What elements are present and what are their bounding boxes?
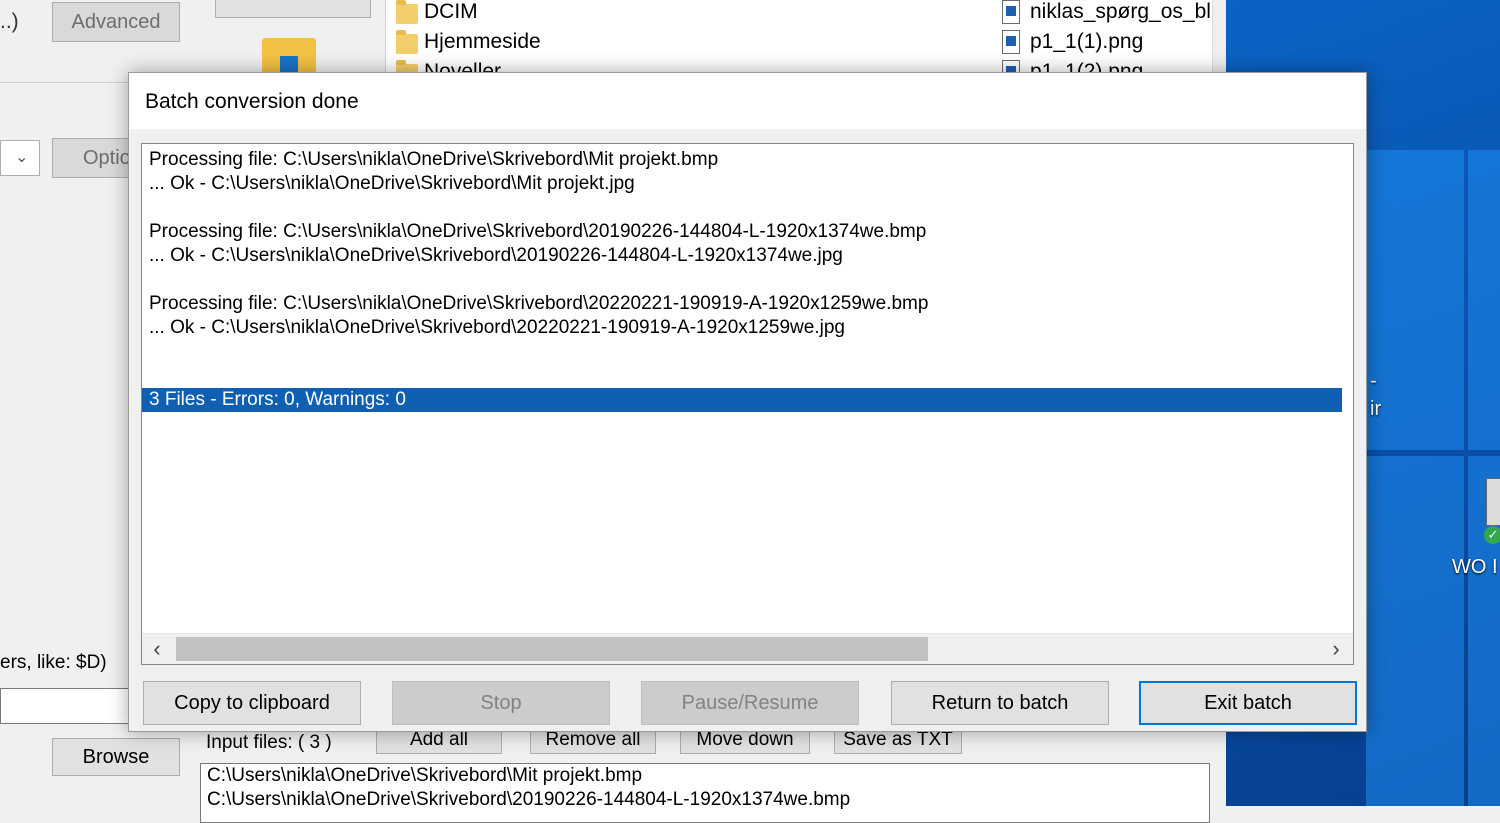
image-file-icon	[1002, 0, 1020, 24]
log-line[interactable]	[142, 340, 1342, 364]
pause-resume-button: Pause/Resume	[641, 681, 859, 725]
folder-icon	[396, 30, 418, 54]
list-item[interactable]: C:\Users\nikla\OneDrive\Skrivebord\20190…	[201, 788, 1209, 812]
advanced-button[interactable]: Advanced	[52, 2, 180, 42]
folder-icon	[396, 0, 418, 24]
desktop-app-icon[interactable]	[1486, 478, 1500, 526]
folder-item[interactable]: DCIM	[424, 0, 478, 24]
log-line[interactable]: Processing file: C:\Users\nikla\OneDrive…	[142, 220, 1342, 244]
partial-label-top: ..)	[0, 10, 19, 33]
folder-item[interactable]: Hjemmeside	[424, 30, 541, 54]
file-item[interactable]: niklas_spørg_os_blu	[1030, 0, 1214, 24]
toolbar-button[interactable]	[215, 0, 371, 18]
file-item[interactable]: p1_1(1).png	[1030, 30, 1143, 54]
copy-to-clipboard-button[interactable]: Copy to clipboard	[143, 681, 361, 725]
sync-check-icon: ✓	[1484, 526, 1500, 544]
desktop-icon-label: -	[1370, 370, 1377, 392]
browse-button[interactable]: Browse	[52, 738, 180, 776]
horizontal-scrollbar[interactable]: ‹ ›	[142, 633, 1353, 664]
log-lines-container: Processing file: C:\Users\nikla\OneDrive…	[142, 148, 1342, 412]
desktop-icon-label: ir	[1370, 398, 1382, 420]
input-files-list[interactable]: C:\Users\nikla\OneDrive\Skrivebord\Mit p…	[200, 763, 1210, 823]
input-files-label: Input files: ( 3 )	[206, 732, 332, 753]
dialog-titlebar[interactable]: Batch conversion done	[129, 73, 1366, 129]
log-line[interactable]: ... Ok - C:\Users\nikla\OneDrive\Skriveb…	[142, 244, 1342, 268]
scrollbar-thumb[interactable]	[176, 637, 928, 661]
log-line[interactable]: ... Ok - C:\Users\nikla\OneDrive\Skriveb…	[142, 316, 1342, 340]
windows-logo-tile	[1366, 456, 1464, 806]
log-line[interactable]: ... Ok - C:\Users\nikla\OneDrive\Skriveb…	[142, 172, 1342, 196]
desktop-icon-label: WO I	[1452, 556, 1498, 578]
log-summary-line[interactable]: 3 Files - Errors: 0, Warnings: 0	[142, 388, 1342, 412]
format-dropdown[interactable]: ⌄	[0, 140, 40, 176]
image-file-icon	[1002, 30, 1020, 54]
chevron-left-icon[interactable]: ‹	[144, 636, 170, 662]
conversion-log[interactable]: Processing file: C:\Users\nikla\OneDrive…	[141, 143, 1354, 665]
log-line[interactable]: Processing file: C:\Users\nikla\OneDrive…	[142, 292, 1342, 316]
return-to-batch-button[interactable]: Return to batch	[891, 681, 1109, 725]
log-line[interactable]: Processing file: C:\Users\nikla\OneDrive…	[142, 148, 1342, 172]
chevron-down-icon: ⌄	[15, 149, 29, 166]
batch-conversion-dialog: Batch conversion done Processing file: C…	[128, 72, 1367, 732]
log-line[interactable]	[142, 196, 1342, 220]
log-line[interactable]	[142, 268, 1342, 292]
list-item[interactable]: C:\Users\nikla\OneDrive\Skrivebord\Mit p…	[201, 764, 1209, 788]
chevron-right-icon[interactable]: ›	[1323, 636, 1349, 662]
log-line[interactable]	[142, 364, 1342, 388]
hint-label: ers, like: $D)	[0, 652, 107, 673]
windows-logo-tile	[1468, 150, 1500, 450]
dialog-title: Batch conversion done	[145, 90, 359, 113]
stop-button: Stop	[392, 681, 610, 725]
exit-batch-button[interactable]: Exit batch	[1139, 681, 1357, 725]
